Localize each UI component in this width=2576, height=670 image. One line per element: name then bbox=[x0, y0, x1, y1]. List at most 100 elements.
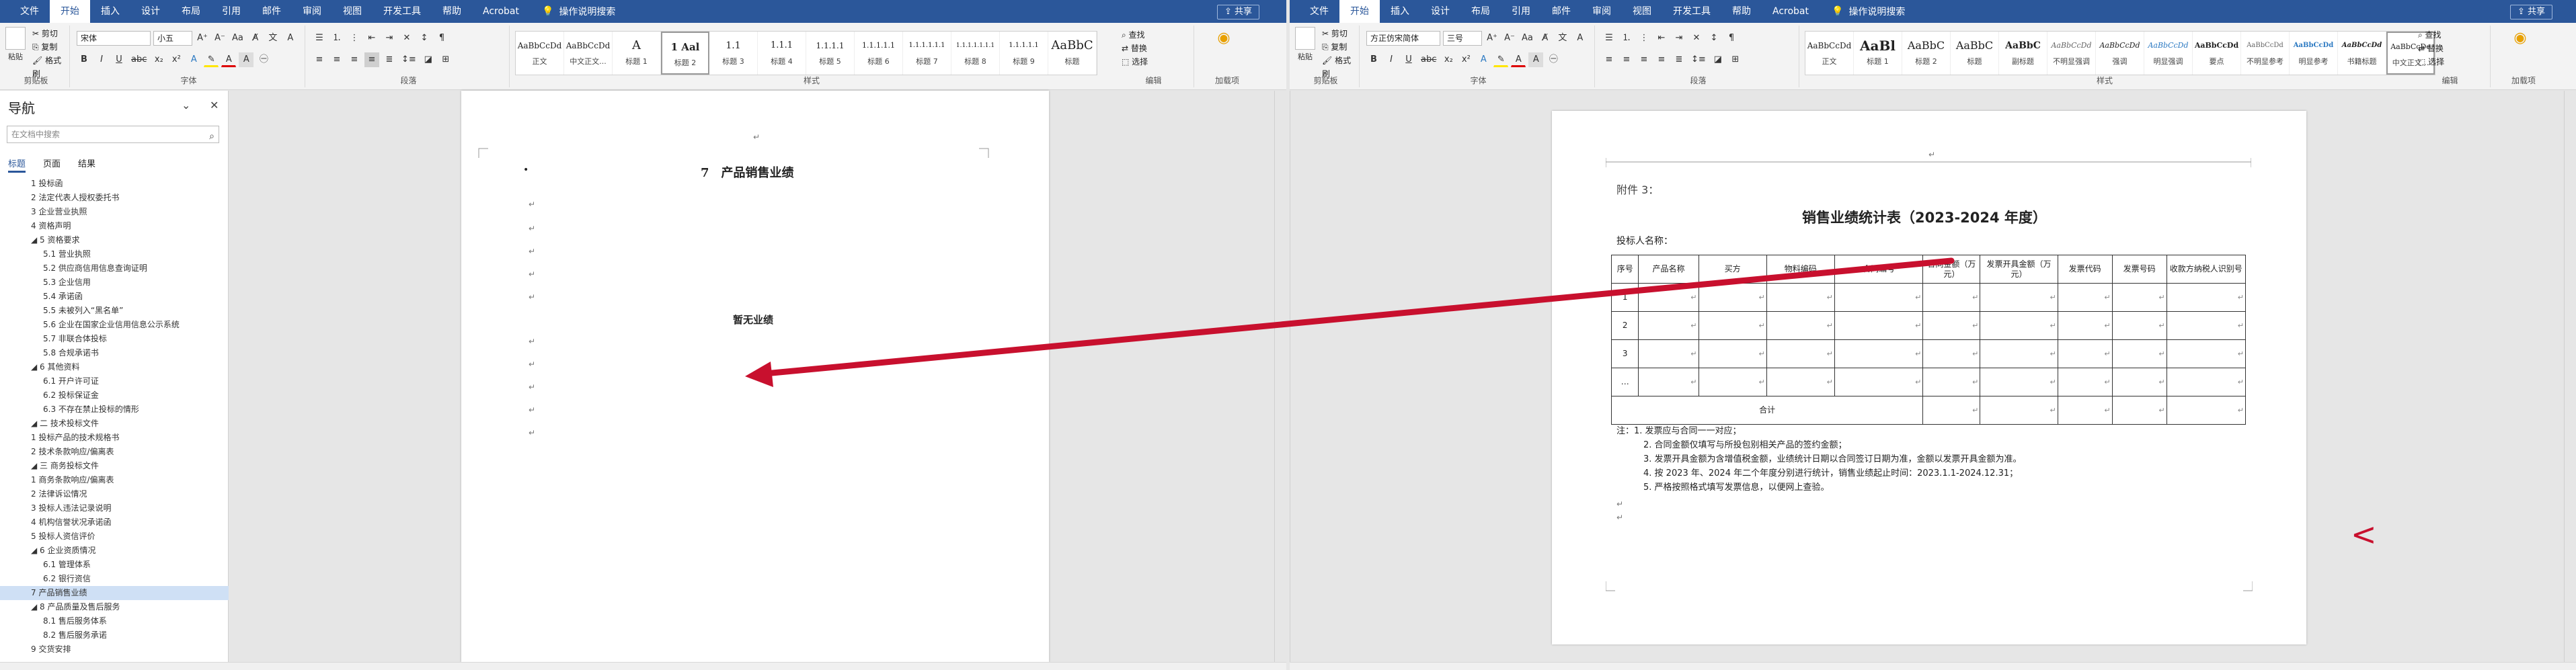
nav-heading-item[interactable]: 7 产品销售业绩 bbox=[0, 586, 229, 600]
table-cell[interactable]: ↵ bbox=[1766, 339, 1835, 368]
font-size-select[interactable]: 三号 bbox=[1443, 31, 1482, 46]
change-case-button[interactable]: Aa bbox=[230, 31, 245, 46]
nav-heading-item[interactable]: ◢ 三 商务投标文件 bbox=[0, 459, 229, 473]
numbering-button[interactable]: ⒈ bbox=[1619, 31, 1634, 46]
char-shading-button[interactable]: A bbox=[1528, 52, 1544, 67]
numbering-button[interactable]: ⒈ bbox=[329, 31, 344, 46]
line-spacing-button[interactable]: ↕≡ bbox=[1689, 52, 1708, 67]
table-cell[interactable]: ↵ bbox=[1766, 368, 1835, 396]
subscript-button[interactable]: x₂ bbox=[151, 52, 166, 67]
bold-button[interactable]: B bbox=[77, 52, 91, 67]
font-color-button[interactable]: A bbox=[221, 52, 237, 67]
nav-heading-item[interactable]: 5.6 企业在国家企业信用信息公示系统 bbox=[0, 318, 229, 332]
increase-indent-button[interactable]: ⇥ bbox=[382, 31, 397, 46]
table-cell[interactable]: ↵ bbox=[1980, 339, 2058, 368]
style-heading-1[interactable]: AaBl 标题 1 bbox=[1854, 32, 1902, 75]
table-cell[interactable]: ↵ bbox=[1980, 368, 2058, 396]
style-heading-2[interactable]: 1 Aal 标题 2 bbox=[661, 32, 709, 75]
total-cell[interactable]: ↵ bbox=[2057, 396, 2113, 425]
style-heading-2[interactable]: AaBbC 标题 2 bbox=[1902, 32, 1951, 75]
replace-button[interactable]: ⇄ 替换 bbox=[2418, 42, 2444, 55]
total-cell[interactable]: ↵ bbox=[1980, 396, 2058, 425]
close-icon[interactable]: ✕ bbox=[210, 99, 219, 112]
grow-font-button[interactable]: A⁺ bbox=[195, 31, 210, 46]
increase-indent-button[interactable]: ⇥ bbox=[1672, 31, 1686, 46]
style-emphasis[interactable]: AaBbCcDd 强调 bbox=[2096, 32, 2144, 75]
vertical-scrollbar[interactable] bbox=[2564, 91, 2576, 662]
text-effects-button[interactable]: A bbox=[1476, 52, 1491, 67]
distributed-button[interactable]: ≣ bbox=[382, 52, 397, 67]
style-heading-9[interactable]: 1.1.1.1.1 标题 9 bbox=[1000, 32, 1048, 75]
table-cell[interactable]: ↵ bbox=[2057, 368, 2113, 396]
bold-button[interactable]: B bbox=[1366, 52, 1381, 67]
table-cell[interactable]: ↵ bbox=[1922, 311, 1981, 340]
tab-developer[interactable]: 开发工具 bbox=[1662, 0, 1721, 23]
phonetic-button[interactable]: 文 bbox=[1555, 31, 1570, 46]
align-left-button[interactable]: ≡ bbox=[1602, 52, 1616, 67]
nav-heading-item[interactable]: 5.3 企业信用 bbox=[0, 276, 229, 290]
cut-button[interactable]: ✂ 剪切 bbox=[1322, 27, 1359, 40]
table-cell[interactable]: ↵ bbox=[1766, 311, 1835, 340]
style-heading-8[interactable]: 1.1.1.1.1.1.1 标题 8 bbox=[951, 32, 1000, 75]
underline-button[interactable]: U bbox=[1401, 52, 1416, 67]
style-subtle-emphasis[interactable]: AaBbCcDd 不明显强调 bbox=[2047, 32, 2096, 75]
style-heading-4[interactable]: 1.1.1 标题 4 bbox=[758, 32, 806, 75]
replace-button[interactable]: ⇄ 替换 bbox=[1122, 42, 1148, 55]
tab-review[interactable]: 审阅 bbox=[292, 0, 332, 23]
chinese-layout-button[interactable]: ✕ bbox=[399, 31, 414, 46]
table-cell[interactable]: ↵ bbox=[2111, 339, 2167, 368]
search-icon[interactable]: ⌕ bbox=[209, 128, 214, 144]
tab-references[interactable]: 引用 bbox=[1501, 0, 1541, 23]
nav-heading-item[interactable]: 2 技术条款响应/偏离表 bbox=[0, 445, 229, 459]
italic-button[interactable]: I bbox=[94, 52, 109, 67]
align-right-button[interactable]: ≡ bbox=[1637, 52, 1651, 67]
tab-file[interactable]: 文件 bbox=[9, 0, 50, 23]
table-cell[interactable]: ↵ bbox=[2057, 339, 2113, 368]
tab-layout[interactable]: 布局 bbox=[1460, 0, 1501, 23]
copy-button[interactable]: ⎘ 复制 bbox=[1322, 40, 1359, 54]
vertical-scrollbar[interactable] bbox=[1290, 91, 1302, 662]
table-cell[interactable]: ↵ bbox=[1980, 311, 2058, 340]
nav-heading-item[interactable]: 5.4 承诺函 bbox=[0, 290, 229, 304]
tab-references[interactable]: 引用 bbox=[211, 0, 251, 23]
style-heading-5[interactable]: 1.1.1.1 标题 5 bbox=[806, 32, 855, 75]
highlight-button[interactable]: ✎ bbox=[204, 52, 219, 67]
nav-heading-item[interactable]: 8.1 售后服务体系 bbox=[0, 614, 229, 628]
decrease-indent-button[interactable]: ⇤ bbox=[1654, 31, 1669, 46]
nav-heading-item[interactable]: ◢ 8 产品质量及售后服务 bbox=[0, 600, 229, 614]
table-cell[interactable]: ↵ bbox=[2057, 311, 2113, 340]
align-center-button[interactable]: ≡ bbox=[329, 52, 344, 67]
font-color-button[interactable]: A bbox=[1511, 52, 1526, 67]
find-button[interactable]: ⌕ 查找 bbox=[2418, 28, 2444, 42]
font-name-select[interactable]: 方正仿宋简体 bbox=[1366, 31, 1440, 46]
cut-button[interactable]: ✂ 剪切 bbox=[32, 27, 69, 40]
table-cell[interactable]: ↵ bbox=[1980, 283, 2058, 312]
sort-button[interactable]: ↕ bbox=[1707, 31, 1721, 46]
table-cell[interactable]: ↵ bbox=[2111, 368, 2167, 396]
style-subtle-reference[interactable]: AaBbCcDd 不明显参考 bbox=[2241, 32, 2290, 75]
align-right-button[interactable]: ≡ bbox=[347, 52, 362, 67]
nav-options-icon[interactable]: ⌄ bbox=[182, 99, 190, 112]
tell-me-search[interactable]: 💡 操作说明搜索 bbox=[530, 5, 615, 18]
share-button[interactable]: ⇪ 共享 bbox=[2510, 5, 2553, 19]
table-cell[interactable]: ↵ bbox=[2166, 339, 2247, 368]
nav-heading-item[interactable]: 1 商务条款响应/偏离表 bbox=[0, 473, 229, 487]
table-cell[interactable]: ↵ bbox=[1834, 368, 1924, 396]
nav-heading-item[interactable]: 6.1 管理体系 bbox=[0, 558, 229, 572]
table-cell[interactable]: ↵ bbox=[1922, 339, 1981, 368]
shading-button[interactable]: ◪ bbox=[1711, 52, 1725, 67]
table-cell[interactable]: ↵ bbox=[1922, 368, 1981, 396]
underline-button[interactable]: U bbox=[112, 52, 126, 67]
borders-button[interactable]: ⊞ bbox=[1728, 52, 1743, 67]
nav-heading-item[interactable]: 2 法律诉讼情况 bbox=[0, 487, 229, 501]
table-cell[interactable]: ↵ bbox=[2111, 283, 2167, 312]
share-button[interactable]: ⇪ 共享 bbox=[1217, 5, 1260, 19]
table-cell[interactable]: ↵ bbox=[1834, 283, 1924, 312]
nav-search-input[interactable]: 在文档中搜索 ⌕ bbox=[7, 126, 219, 143]
row-number-cell[interactable]: 1 bbox=[1610, 283, 1639, 312]
tell-me-search[interactable]: 💡 操作说明搜索 bbox=[1820, 5, 1905, 18]
enclose-char-button[interactable]: ㊀ bbox=[1546, 52, 1561, 67]
shrink-font-button[interactable]: A⁻ bbox=[1502, 31, 1517, 46]
style-chinese-body[interactable]: AaBbCcDd 中文正文... bbox=[564, 32, 613, 75]
nav-heading-item[interactable]: 6.3 不存在禁止投标的情形 bbox=[0, 403, 229, 417]
